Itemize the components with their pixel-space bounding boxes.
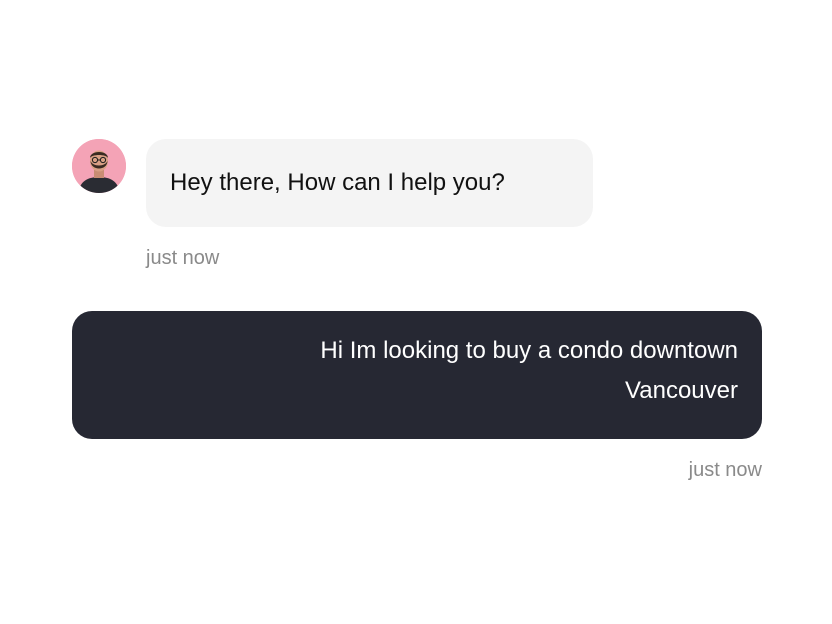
person-avatar-icon xyxy=(72,139,126,193)
chat-thread: Hey there, How can I help you? just now … xyxy=(0,0,832,624)
outgoing-message-line: Vancouver xyxy=(625,377,738,404)
incoming-message-text: Hey there, How can I help you? xyxy=(170,169,505,196)
incoming-timestamp: just now xyxy=(146,247,220,269)
outgoing-message-line: Hi Im looking to buy a condo downtown xyxy=(320,337,738,364)
agent-avatar xyxy=(72,139,126,193)
incoming-message-bubble: Hey there, How can I help you? xyxy=(146,139,593,227)
outgoing-timestamp: just now xyxy=(688,459,762,481)
outgoing-message-bubble: Hi Im looking to buy a condo downtown Va… xyxy=(72,311,762,439)
